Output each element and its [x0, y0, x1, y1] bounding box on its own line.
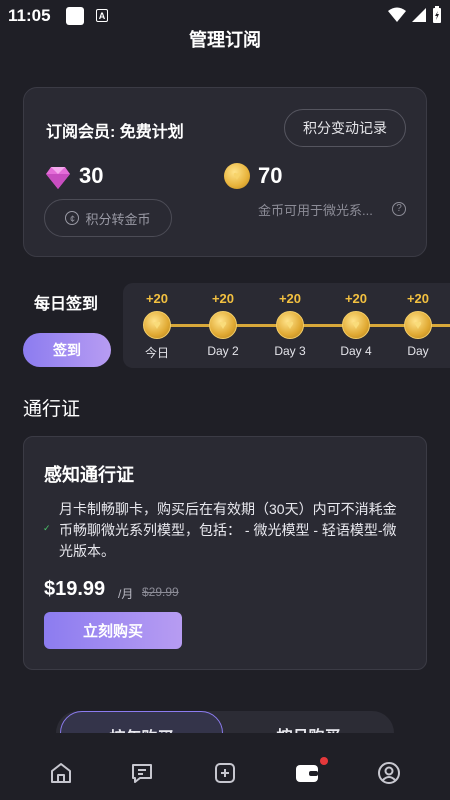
- daily-checkin-title: 每日签到: [34, 296, 99, 313]
- day-label: Day 4: [340, 344, 372, 358]
- status-icons: [388, 6, 442, 24]
- coin-icon: [143, 311, 171, 339]
- check-icon: ✓: [43, 523, 51, 533]
- plus-square-icon: [215, 763, 235, 783]
- exchange-icon: ¢: [65, 211, 80, 225]
- notification-app-icon: [66, 7, 84, 25]
- wifi-icon: [388, 7, 406, 22]
- subscription-card: 订阅会员: 免费计划 积分变动记录 30 70 ¢ 积分转金币 金币可用于微光系…: [23, 87, 427, 257]
- coin-icon: [276, 311, 304, 339]
- nav-home[interactable]: [41, 753, 81, 793]
- points-value: 30: [79, 163, 104, 188]
- plan-label: 订阅会员: 免费计划: [46, 124, 184, 141]
- day-reward: +20: [344, 291, 368, 306]
- signal-icon: [412, 8, 426, 22]
- bottom-nav: [0, 733, 450, 800]
- checkin-day: +20 今日: [127, 283, 187, 368]
- day-label: 今日: [144, 346, 169, 360]
- battery-icon: [433, 6, 441, 23]
- buy-now-button[interactable]: 立刻购买: [44, 612, 182, 649]
- day-label: Day 2: [207, 344, 239, 358]
- wallet-icon: [296, 765, 318, 782]
- coins-value: 70: [258, 163, 283, 188]
- checkin-button[interactable]: 签到: [23, 333, 111, 367]
- checkin-day: +20 Day: [388, 283, 448, 368]
- day-reward: +20: [145, 291, 169, 306]
- coin-icon: [209, 311, 237, 339]
- coin-usage-note: 金币可用于微光系...: [258, 203, 373, 218]
- checkin-day: +20 Day 2: [193, 283, 253, 368]
- checkin-day: +20 Day 3: [260, 283, 320, 368]
- coin-icon: [224, 163, 250, 189]
- day-label: Day 3: [274, 344, 306, 358]
- home-icon: [51, 763, 71, 783]
- nav-profile[interactable]: [369, 753, 409, 793]
- notification-dot: [320, 757, 328, 765]
- original-price: $29.99: [142, 585, 179, 599]
- coin-icon: [342, 311, 370, 339]
- nav-chat[interactable]: [122, 753, 162, 793]
- day-reward: +20: [406, 291, 430, 306]
- page-title: 管理订阅: [189, 30, 261, 50]
- price-period: /月: [118, 587, 134, 601]
- profile-icon: [378, 762, 400, 784]
- checkin-days-track[interactable]: +20 今日 +20 Day 2 +20 Day 3 +20 Day 4 +20…: [123, 283, 450, 368]
- chat-icon: [132, 764, 152, 783]
- diamond-icon: [46, 167, 70, 189]
- coin-icon: [404, 311, 432, 339]
- status-time: 11:05: [8, 6, 51, 25]
- convert-points-button[interactable]: ¢ 积分转金币: [44, 199, 172, 237]
- pass-description: 月卡制畅聊卡，购买后在有效期（30天）内可不消耗金币畅聊微光系列模型，包括： -…: [59, 501, 397, 559]
- pass-section-title: 通行证: [23, 399, 81, 420]
- help-icon[interactable]: ?: [392, 202, 406, 216]
- pass-card: 感知通行证 ✓ 月卡制畅聊卡，购买后在有效期（30天）内可不消耗金币畅聊微光系列…: [23, 436, 427, 670]
- pass-price: $19.99: [44, 578, 106, 600]
- day-label: Day: [407, 344, 429, 358]
- checkin-day: +20 Day 4: [326, 283, 386, 368]
- convert-points-label: 积分转金币: [85, 211, 151, 227]
- nav-create[interactable]: [205, 753, 245, 793]
- day-reward: +20: [278, 291, 302, 306]
- pass-name: 感知通行证: [44, 465, 134, 485]
- points-history-button[interactable]: 积分变动记录: [284, 109, 406, 147]
- day-reward: +20: [211, 291, 235, 306]
- notification-a-icon: A: [96, 9, 108, 22]
